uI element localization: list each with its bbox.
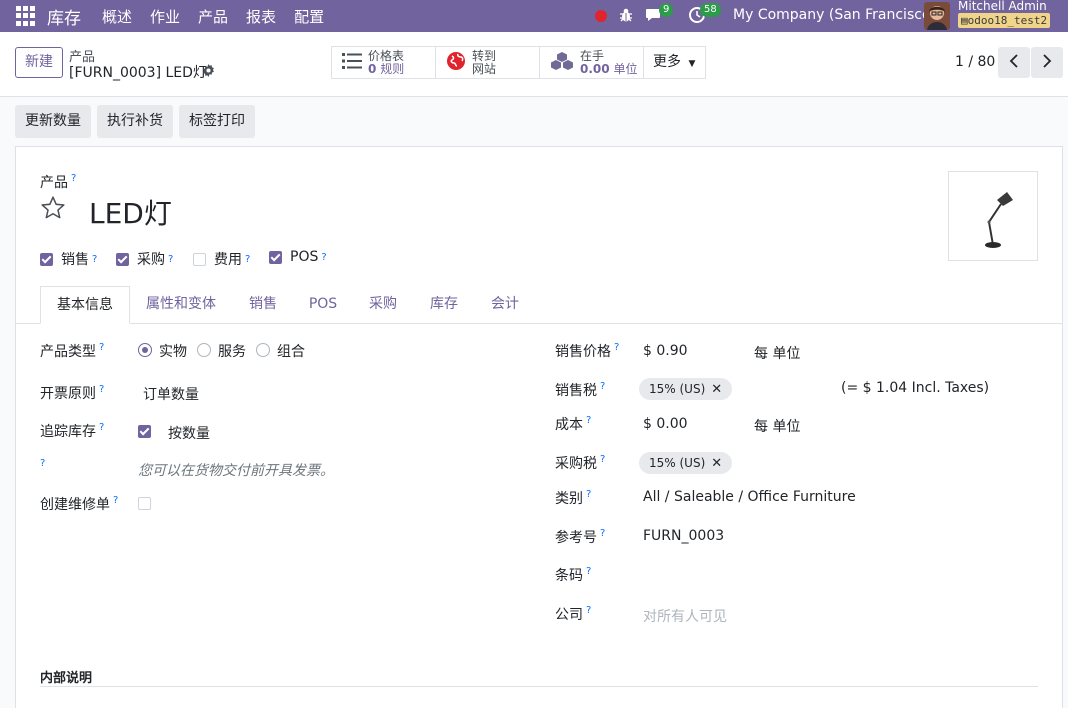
breadcrumb-current: [FURN_0003] LED灯 bbox=[69, 65, 207, 81]
company-select[interactable]: 对所有人可见 bbox=[643, 606, 727, 626]
option-goods[interactable]: 实物 bbox=[159, 341, 187, 361]
onhand-smart-button[interactable]: 在手 0.00 单位 bbox=[539, 46, 644, 79]
remove-tag-icon[interactable]: ✕ bbox=[711, 456, 722, 471]
sales-price-input[interactable]: $ 0.90 bbox=[643, 343, 688, 359]
pager-previous-button[interactable] bbox=[998, 47, 1030, 78]
barcode-label: 条码? bbox=[555, 566, 592, 584]
pricelist-smart-button[interactable]: 价格表 0 规则 bbox=[331, 46, 436, 79]
menu-products[interactable]: 产品 bbox=[189, 6, 237, 27]
pager-value[interactable]: 1 / 80 bbox=[955, 54, 995, 70]
barcode-input[interactable] bbox=[643, 566, 943, 584]
menu-operations[interactable]: 作业 bbox=[141, 6, 189, 27]
pos-checkbox[interactable]: POS? bbox=[269, 249, 327, 265]
database-name: odoo18_test2 bbox=[967, 14, 1048, 27]
chevron-left-icon bbox=[1009, 53, 1019, 72]
help-icon[interactable]: ? bbox=[40, 458, 45, 469]
globe-icon bbox=[446, 51, 466, 75]
tab-purchase[interactable]: 采购 bbox=[360, 286, 406, 324]
more-label: 更多 bbox=[653, 54, 681, 70]
menu-reporting[interactable]: 报表 bbox=[237, 6, 285, 27]
internal-notes-label: 内部说明 bbox=[40, 671, 93, 686]
print-labels-button[interactable]: 标签打印 bbox=[179, 105, 255, 138]
radio-service[interactable] bbox=[197, 343, 211, 357]
remove-tag-icon[interactable]: ✕ bbox=[711, 382, 722, 397]
chevron-right-icon bbox=[1042, 53, 1052, 72]
invoice-policy-label: 开票原则? bbox=[40, 384, 105, 402]
tab-pos[interactable]: POS bbox=[300, 286, 346, 324]
new-button[interactable]: 新建 bbox=[15, 47, 63, 78]
more-button[interactable]: 更多 ▼ bbox=[643, 46, 706, 79]
tab-general-info[interactable]: 基本信息 bbox=[40, 286, 130, 324]
company-label: 公司? bbox=[555, 605, 592, 623]
update-quantity-button[interactable]: 更新数量 bbox=[15, 105, 91, 138]
sale-ok-checkbox[interactable]: 销售? bbox=[40, 249, 97, 269]
caret-down-icon: ▼ bbox=[688, 59, 696, 69]
cost-uom: 每 单位 bbox=[754, 419, 801, 435]
menu-overview[interactable]: 概述 bbox=[93, 6, 141, 27]
category-select[interactable]: All / Saleable / Office Furniture bbox=[643, 489, 856, 505]
invoice-hint: 您可以在货物交付前开具发票。 bbox=[138, 463, 334, 479]
create-repair-checkbox[interactable] bbox=[138, 497, 151, 510]
sales-price-uom: 每 单位 bbox=[754, 346, 801, 362]
tracking-select[interactable]: 按数量 bbox=[168, 423, 210, 443]
website-line1: 转到 bbox=[472, 48, 497, 63]
pricelist-count: 0 bbox=[368, 61, 377, 76]
create-repair-label: 创建维修单? bbox=[40, 495, 119, 513]
record-dot-icon[interactable] bbox=[595, 10, 607, 22]
product-label: 产品? bbox=[40, 173, 77, 191]
company-switcher[interactable]: My Company (San Francisco) bbox=[733, 7, 936, 23]
website-line2: 网站 bbox=[472, 61, 497, 76]
track-inventory-checkbox[interactable] bbox=[138, 425, 151, 438]
notes-divider bbox=[40, 686, 1038, 687]
favorite-star-icon[interactable] bbox=[40, 195, 66, 225]
option-combo[interactable]: 组合 bbox=[277, 341, 305, 361]
tab-accounting[interactable]: 会计 bbox=[482, 286, 528, 324]
user-name[interactable]: Mitchell Admin bbox=[958, 0, 1047, 12]
invoice-policy-select[interactable]: 订单数量 bbox=[143, 384, 199, 404]
purchase-tax-label: 采购税? bbox=[555, 454, 606, 472]
sales-tax-incl: (= $ 1.04 Incl. Taxes) bbox=[841, 380, 990, 396]
sales-tax-tag[interactable]: 15% (US) ✕ bbox=[639, 378, 733, 400]
expense-checkbox[interactable]: 费用? bbox=[193, 249, 250, 269]
reference-label: 参考号? bbox=[555, 528, 606, 546]
main-menu: 概述 作业 产品 报表 配置 bbox=[93, 6, 333, 27]
gear-icon[interactable] bbox=[202, 64, 215, 81]
sales-tax-label: 销售税? bbox=[555, 381, 606, 399]
pricelist-unit: 规则 bbox=[380, 61, 405, 76]
menu-configuration[interactable]: 配置 bbox=[285, 6, 333, 27]
cost-label: 成本? bbox=[555, 415, 592, 433]
product-type-label: 产品类型? bbox=[40, 342, 105, 360]
category-label: 类别? bbox=[555, 489, 592, 507]
app-brand[interactable]: 库存 bbox=[47, 4, 81, 29]
purchase-ok-checkbox[interactable]: 采购? bbox=[116, 249, 173, 269]
replenish-button[interactable]: 执行补货 bbox=[97, 105, 173, 138]
product-image[interactable] bbox=[948, 171, 1038, 261]
purchase-tax-tag[interactable]: 15% (US) ✕ bbox=[639, 452, 733, 474]
cubes-icon bbox=[550, 51, 574, 75]
control-panel: 新建 产品 [FURN_0003] LED灯 价格表 0 规则 转到 网站 在手… bbox=[0, 32, 1068, 97]
product-name[interactable]: LED灯 bbox=[89, 192, 172, 232]
tab-attributes-variants[interactable]: 属性和变体 bbox=[137, 286, 225, 324]
bug-icon[interactable] bbox=[618, 7, 634, 27]
onhand-unit: 单位 bbox=[613, 61, 638, 76]
reference-input[interactable]: FURN_0003 bbox=[643, 528, 724, 544]
radio-goods[interactable] bbox=[138, 343, 152, 357]
website-smart-button[interactable]: 转到 网站 bbox=[435, 46, 540, 79]
database-tag: ▤odoo18_test2 bbox=[958, 13, 1051, 28]
sales-price-label: 销售价格? bbox=[555, 342, 620, 360]
track-inventory-label: 追踪库存? bbox=[40, 422, 105, 440]
user-avatar[interactable] bbox=[924, 2, 950, 30]
pager-next-button[interactable] bbox=[1031, 47, 1063, 78]
tab-sales[interactable]: 销售 bbox=[240, 286, 286, 324]
cost-input[interactable]: $ 0.00 bbox=[643, 416, 688, 432]
onhand-qty: 0.00 bbox=[580, 61, 610, 76]
option-service[interactable]: 服务 bbox=[218, 341, 246, 361]
tab-inventory[interactable]: 库存 bbox=[421, 286, 467, 324]
app-menu-icon[interactable] bbox=[16, 6, 36, 26]
radio-combo[interactable] bbox=[256, 343, 270, 357]
activity-badge: 58 bbox=[700, 3, 721, 17]
list-icon bbox=[342, 52, 362, 74]
